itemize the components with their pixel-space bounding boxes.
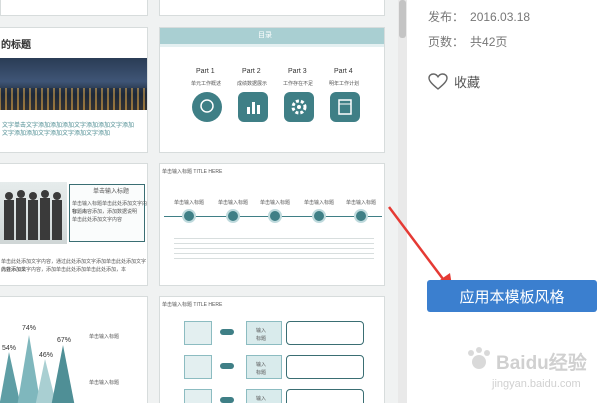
gallery-scrollbar-track[interactable] xyxy=(398,0,407,403)
row-label: 输入 标题 xyxy=(256,328,267,342)
slide-title: 的标题 xyxy=(1,40,31,51)
pie-icon xyxy=(226,209,240,223)
briefcase-icon xyxy=(184,355,212,379)
heart-icon xyxy=(428,72,448,90)
baidu-watermark: Baidu经验 jingyan.baidu.com xyxy=(462,340,597,403)
slide-thumbnail-top-left[interactable] xyxy=(0,0,148,16)
slide-thumbnail-list[interactable]: 单击输入标题 TITLE HERE 输入 标题 输入 标题 输入 标题 xyxy=(159,296,385,403)
pages-label: 页数： xyxy=(428,35,465,49)
part-number: Part 2 xyxy=(242,68,261,75)
slide-thumbnail-chart[interactable]: 74% 54% 46% 67% 单击输入标题 单击输入标题 xyxy=(0,296,148,403)
row-text-box xyxy=(286,389,364,403)
publish-label: 发布： xyxy=(428,10,465,24)
part-label: 成绩数据展示 xyxy=(237,81,268,87)
panel-text: 单击此处添加文字内容 xyxy=(72,217,123,223)
favorite-label: 收藏 xyxy=(454,75,481,90)
compass-icon xyxy=(184,389,212,403)
slide-header: 单击输入标题 TITLE HERE xyxy=(162,302,223,308)
caption-line: 文字单击文字添加添加添加文字添加添加文字添加 xyxy=(2,123,135,129)
row-text-box xyxy=(286,321,364,345)
part-number: Part 4 xyxy=(334,68,353,75)
bar-chart-icon xyxy=(238,92,268,122)
briefcase-icon xyxy=(182,209,196,223)
timeline-text-blocks xyxy=(174,238,374,262)
row-label: 输入 标题 xyxy=(256,362,267,376)
panel-text: 标题内容添加，添加数据说明 xyxy=(72,209,138,215)
favorite-button[interactable]: 收藏 xyxy=(428,72,480,91)
pages-value: 共42页 xyxy=(470,35,508,49)
timeline-label: 单击输入标题 xyxy=(218,200,249,206)
publish-date-row: 发布： 2016.03.18 xyxy=(428,8,530,25)
timeline-label: 单击输入标题 xyxy=(174,200,205,206)
watermark-brand: Baidu经验 xyxy=(496,353,587,374)
part-number: Part 1 xyxy=(196,68,215,75)
timeline-label: 单击输入标题 xyxy=(304,200,335,206)
ribbon-icon xyxy=(184,321,212,345)
bottom-text: 此处添加文字内容，添加单击此处添加单击此处添加，本 xyxy=(1,267,127,273)
mountain-chart xyxy=(0,335,75,403)
pointer-icon xyxy=(220,397,234,403)
pointer-icon xyxy=(220,329,234,335)
gear-icon xyxy=(284,92,314,122)
part-label: 明年工作计划 xyxy=(329,81,360,87)
page-count-row: 页数： 共42页 xyxy=(428,33,507,50)
percent-label: 74% xyxy=(22,325,37,332)
part-label: 单元工作概述 xyxy=(191,81,222,87)
calendar-icon xyxy=(330,92,360,122)
slide-thumbnail-title[interactable]: 的标题 文字单击文字添加添加添加文字添加添加文字添加 文字添加添加文字添加文字添… xyxy=(0,27,148,153)
timeline-label: 单击输入标题 xyxy=(346,200,377,206)
chart-heading: 单击输入标题 xyxy=(89,334,120,340)
row-text-box xyxy=(286,355,364,379)
city-photo xyxy=(0,58,147,110)
timeline-label: 单击输入标题 xyxy=(260,200,291,206)
percent-label: 46% xyxy=(39,352,54,359)
slide-thumbnail-team[interactable]: 单击输入标题 单击输入标题单击此处添加文字内容，本 标题内容添加，添加数据说明 … xyxy=(0,163,148,286)
chat-icon xyxy=(192,92,222,122)
chart-heading: 单击输入标题 xyxy=(89,380,120,386)
pointer-icon xyxy=(220,363,234,369)
slide-thumbnail-top-right[interactable] xyxy=(159,0,385,16)
lightbulb-icon xyxy=(268,209,282,223)
caption-line: 文字添加添加文字添加文字添加文字添加 xyxy=(2,131,111,137)
percent-label: 67% xyxy=(57,337,72,344)
contents-title: 目录 xyxy=(258,32,272,39)
slide-thumbnail-timeline[interactable]: 单击输入标题 TITLE HERE 单击输入标题 单击输入标题 单击输入标题 单… xyxy=(159,163,385,286)
watermark-url: jingyan.baidu.com xyxy=(492,378,581,390)
part-number: Part 3 xyxy=(288,68,307,75)
mail-icon xyxy=(312,209,326,223)
publish-date: 2016.03.18 xyxy=(470,10,531,24)
microphone-icon xyxy=(354,209,368,223)
team-photo xyxy=(0,182,67,244)
paw-icon xyxy=(468,347,490,369)
slide-header: 单击输入标题 TITLE HERE xyxy=(162,169,223,175)
panel-heading: 单击输入标题 xyxy=(93,189,130,195)
gallery-scrollbar-thumb[interactable] xyxy=(399,0,406,38)
row-label: 输入 标题 xyxy=(256,396,267,402)
template-gallery: 的标题 文字单击文字添加添加添加文字添加添加文字添加 文字添加添加文字添加文字添… xyxy=(0,0,400,403)
slide-thumbnail-contents[interactable]: 目录 Part 1 单元工作概述 Part 2 成绩数据展示 Part 3 工作… xyxy=(159,27,385,153)
percent-label: 54% xyxy=(2,345,17,352)
apply-template-button[interactable]: 应用本模板风格 xyxy=(427,280,597,312)
part-label: 工作存在不足 xyxy=(283,81,314,87)
